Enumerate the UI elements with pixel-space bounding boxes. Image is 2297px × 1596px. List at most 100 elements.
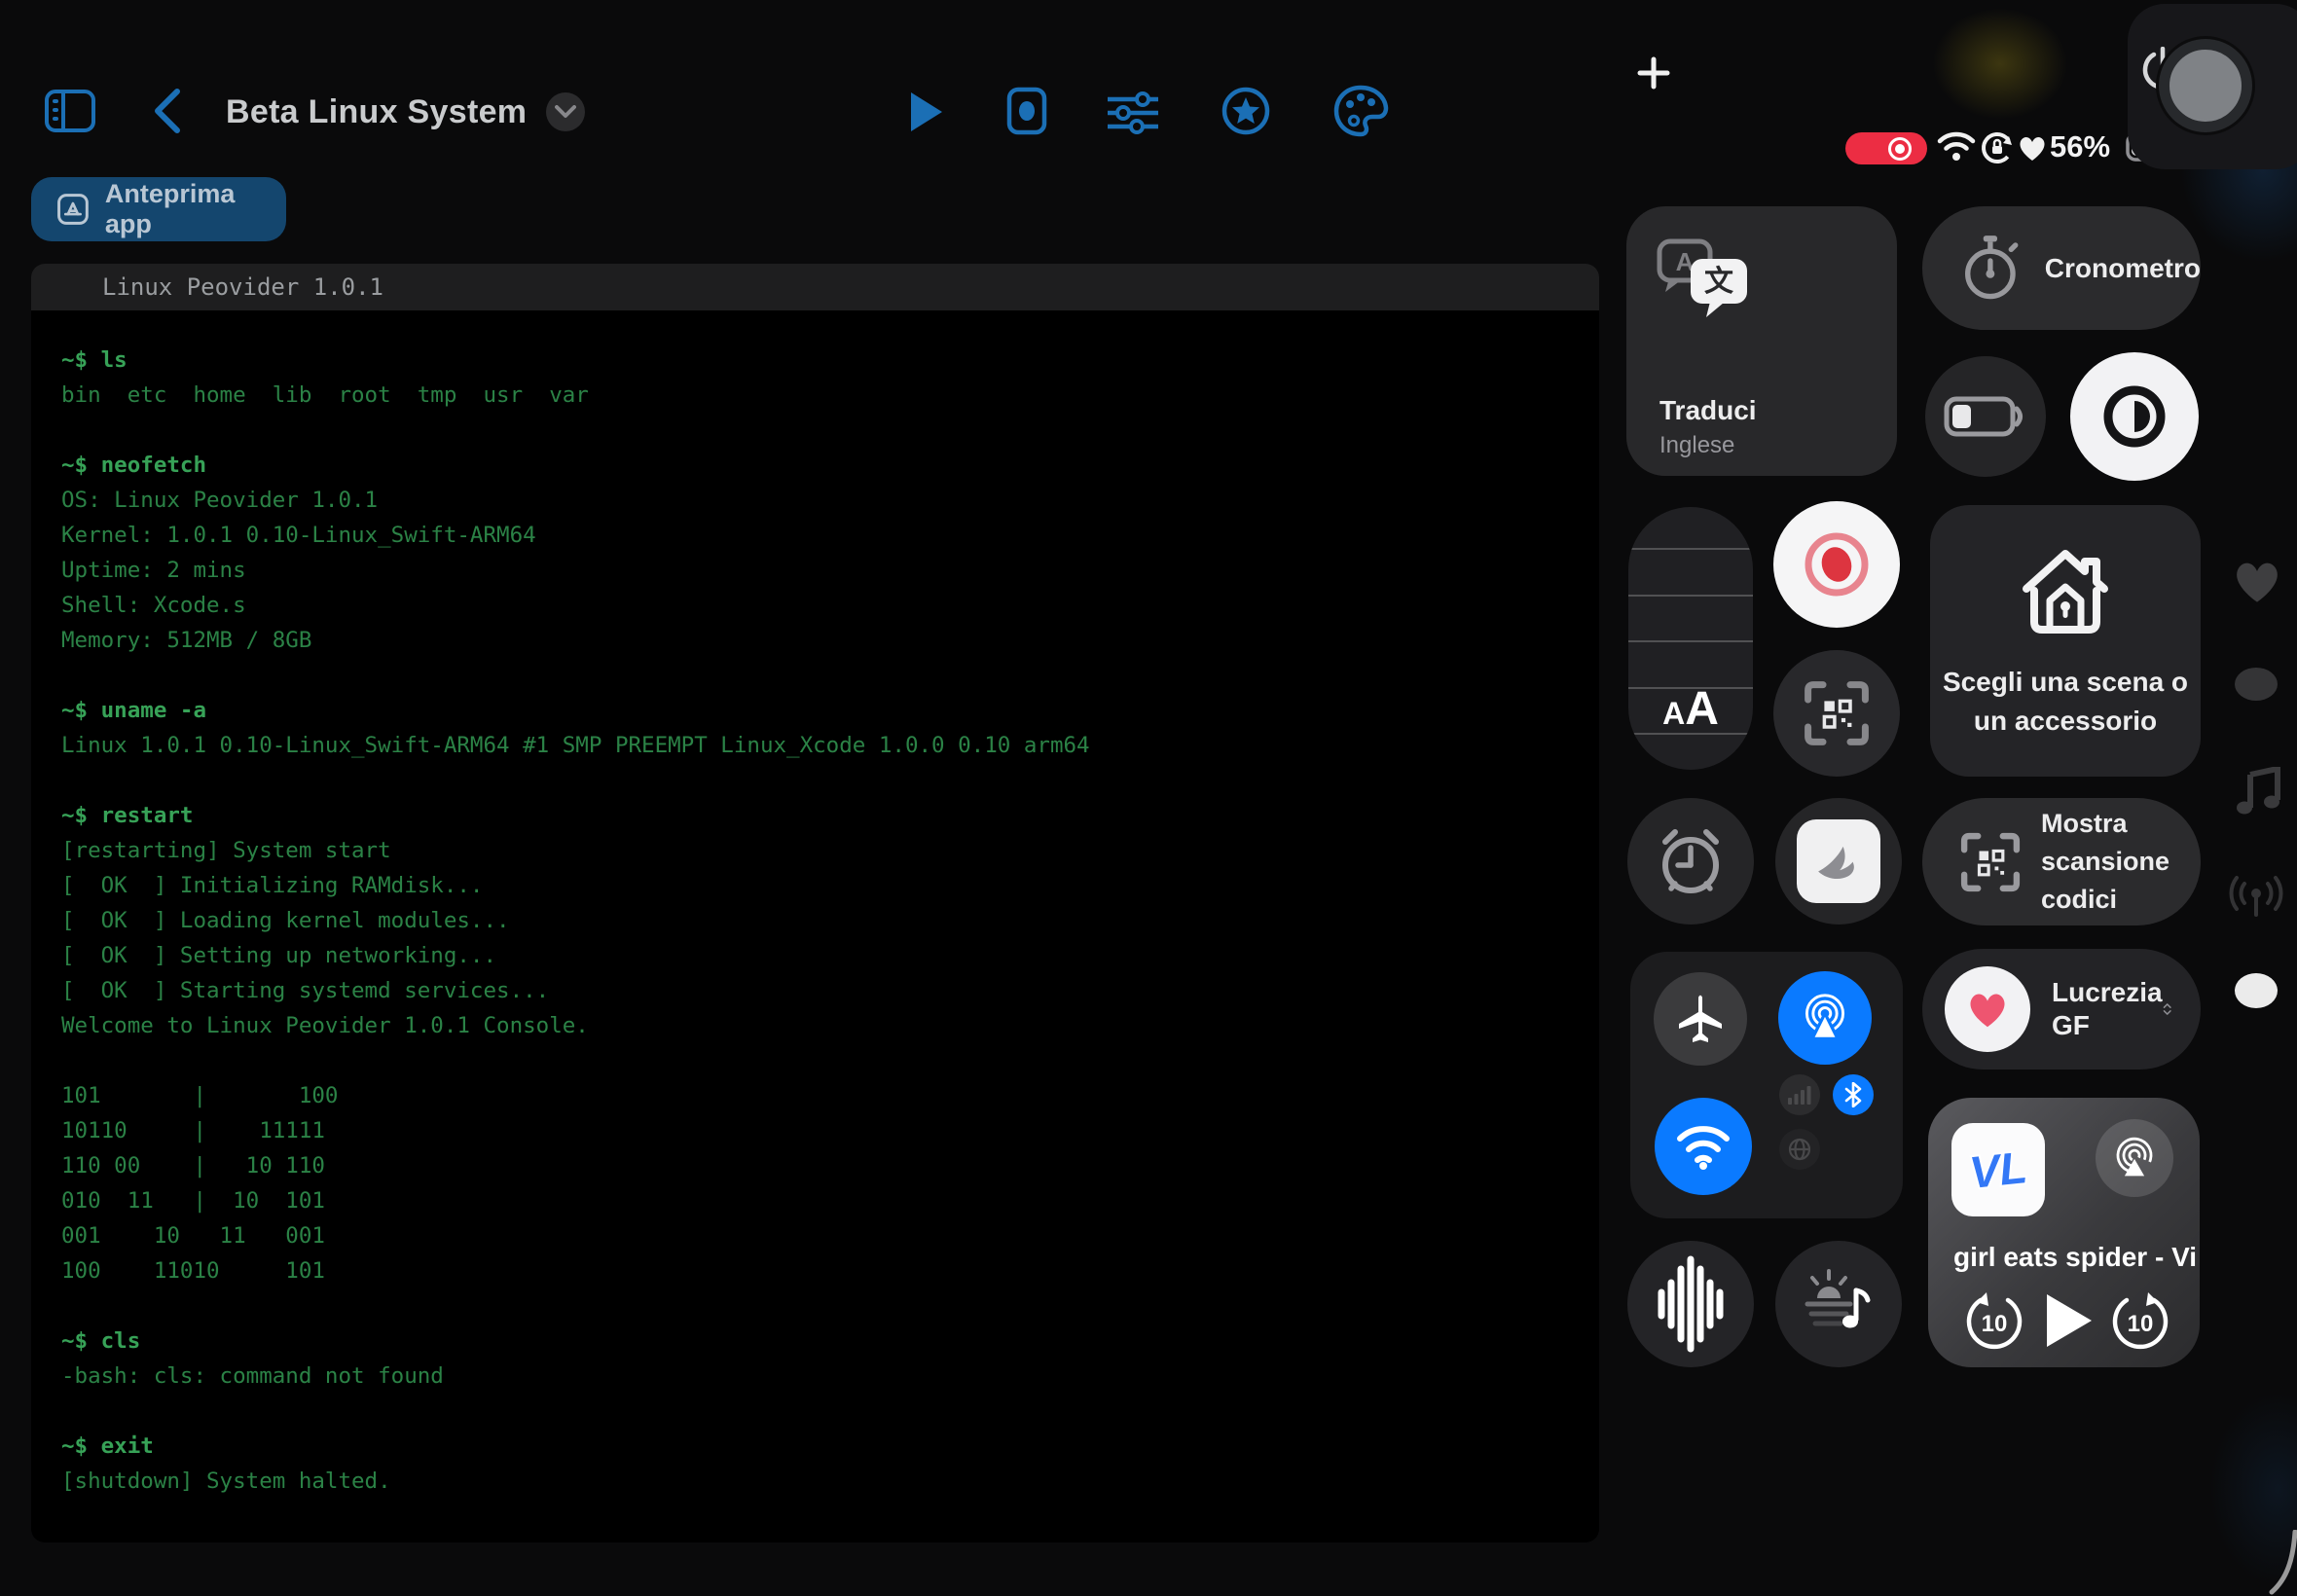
swift-playgrounds-button[interactable] bbox=[1775, 798, 1902, 925]
stopwatch-tile[interactable]: Cronometro bbox=[1922, 206, 2201, 330]
wifi-icon bbox=[1674, 1122, 1732, 1171]
favorite-avatar bbox=[1945, 966, 2030, 1052]
terminal-line: ~$ exit bbox=[61, 1429, 1599, 1464]
appstore-icon bbox=[56, 190, 90, 229]
rotation-lock-status-icon bbox=[1980, 130, 2015, 165]
voice-memo-button[interactable] bbox=[1627, 1241, 1754, 1367]
terminal-line: ~$ restart bbox=[61, 798, 1599, 833]
alarm-clock-icon bbox=[1654, 824, 1728, 898]
airdrop-button[interactable] bbox=[1778, 971, 1872, 1065]
title-menu-button[interactable] bbox=[546, 92, 585, 131]
slider-step-line bbox=[1628, 548, 1753, 550]
globe-icon bbox=[1787, 1137, 1812, 1162]
terminal-window[interactable]: Linux Peovider 1.0.1 ~$ lsbin etc home l… bbox=[31, 264, 1599, 1542]
device-preview-icon bbox=[1004, 86, 1049, 136]
play-button[interactable] bbox=[2043, 1290, 2096, 1356]
now-playing-title: girl eats spider - Vi bbox=[1953, 1242, 2200, 1273]
code-scanner-button[interactable] bbox=[1773, 650, 1900, 777]
terminal-line: Memory: 512MB / 8GB bbox=[61, 623, 1599, 658]
guide-button[interactable] bbox=[1221, 86, 1271, 141]
terminal-line: -bash: cls: command not found bbox=[61, 1359, 1599, 1394]
chevron-up-down-icon bbox=[2163, 993, 2171, 1026]
airdrop-icon bbox=[1797, 990, 1853, 1046]
screen-recording-pill[interactable] bbox=[1845, 132, 1927, 164]
page-dot-active bbox=[2235, 973, 2278, 1008]
translate-title: Traduci bbox=[1659, 395, 1757, 426]
stopwatch-label: Cronometro bbox=[2045, 253, 2201, 284]
heart-icon bbox=[1965, 989, 2010, 1030]
terminal-line: [ OK ] Loading kernel modules... bbox=[61, 903, 1599, 938]
skip-back-10-icon: 10 bbox=[1963, 1290, 2025, 1353]
broadcast-icon bbox=[2227, 872, 2285, 923]
terminal-line: ~$ neofetch bbox=[61, 448, 1599, 483]
sliders-icon bbox=[1104, 90, 1162, 136]
battery-widget-button[interactable] bbox=[1925, 356, 2046, 477]
terminal-line: [shutdown] System halted. bbox=[61, 1464, 1599, 1499]
app-preview-pill-button[interactable]: Anteprima app bbox=[31, 177, 286, 241]
terminal-line bbox=[61, 413, 1599, 448]
edge-curve-decoration bbox=[2264, 1530, 2297, 1596]
appearance-button[interactable] bbox=[1332, 84, 1389, 143]
home-icon bbox=[2015, 540, 2116, 641]
terminal-line bbox=[61, 763, 1599, 798]
terminal-line: Linux 1.0.1 0.10-Linux_Swift-ARM64 #1 SM… bbox=[61, 728, 1599, 763]
terminal-line: Uptime: 2 mins bbox=[61, 553, 1599, 588]
translate-icon: A 文 bbox=[1656, 237, 1753, 325]
record-status-icon bbox=[1885, 134, 1914, 163]
svg-text:10: 10 bbox=[1982, 1311, 2008, 1337]
wifi-button[interactable] bbox=[1655, 1098, 1752, 1195]
dark-mode-button[interactable] bbox=[2070, 352, 2199, 481]
text-size-glyph: AA bbox=[1628, 682, 1753, 736]
back-chevron-icon bbox=[148, 86, 187, 136]
terminal-line bbox=[61, 1043, 1599, 1078]
ambient-music-button[interactable] bbox=[1775, 1241, 1902, 1367]
plus-icon bbox=[1637, 56, 1670, 90]
scan-tile-line2: scansione bbox=[2041, 843, 2169, 881]
hotspot-button[interactable] bbox=[1779, 1129, 1820, 1170]
terminal-line: [restarting] System start bbox=[61, 833, 1599, 868]
now-playing-tile[interactable]: VL girl eats spider - Vi 10 bbox=[1928, 1098, 2200, 1367]
terminal-line bbox=[61, 1394, 1599, 1429]
svg-text:文: 文 bbox=[1704, 265, 1733, 298]
wifi-status-icon bbox=[1937, 130, 1976, 162]
swift-app-icon bbox=[1797, 819, 1880, 903]
home-tile-line1: Scegli una scena o bbox=[1930, 667, 2201, 698]
airplane-icon bbox=[1675, 994, 1726, 1044]
show-code-scan-tile[interactable]: Mostra scansione codici bbox=[1922, 798, 2201, 925]
terminal-title: Linux Peovider 1.0.1 bbox=[102, 273, 383, 301]
skip-forward-button[interactable]: 10 bbox=[2109, 1290, 2171, 1358]
app-preview-button[interactable] bbox=[1004, 86, 1049, 141]
terminal-line: Shell: Xcode.s bbox=[61, 588, 1599, 623]
terminal-line: [ OK ] Starting systemd services... bbox=[61, 973, 1599, 1008]
power-button[interactable] bbox=[2159, 39, 2252, 132]
sidebar-toggle-button[interactable] bbox=[44, 86, 96, 141]
page-dot bbox=[2235, 668, 2278, 701]
airplay-button[interactable] bbox=[2096, 1119, 2173, 1197]
qr-scan-icon bbox=[1803, 679, 1871, 747]
battery-low-icon bbox=[1944, 391, 2027, 442]
bluetooth-button[interactable] bbox=[1833, 1074, 1874, 1115]
run-button[interactable] bbox=[908, 90, 945, 139]
terminal-line: ~$ ls bbox=[61, 343, 1599, 378]
text-size-slider[interactable]: AA bbox=[1628, 507, 1753, 770]
cellular-button[interactable] bbox=[1779, 1074, 1820, 1115]
screen-record-button[interactable] bbox=[1773, 501, 1900, 628]
translate-tile[interactable]: A 文 Traduci Inglese bbox=[1626, 206, 1897, 476]
sidebar-icon bbox=[44, 86, 96, 136]
airplay-audio-icon bbox=[2112, 1136, 2157, 1180]
back-button[interactable] bbox=[148, 86, 187, 141]
contrast-icon bbox=[2102, 384, 2167, 449]
terminal-line: 010 11 | 10 101 bbox=[61, 1183, 1599, 1218]
airplane-mode-button[interactable] bbox=[1654, 972, 1747, 1066]
terminal-line: [ OK ] Setting up networking... bbox=[61, 938, 1599, 973]
add-button[interactable] bbox=[1637, 56, 1670, 94]
slider-step-line bbox=[1628, 595, 1753, 597]
settings-sliders-button[interactable] bbox=[1104, 90, 1162, 141]
favorite-suffix: GF bbox=[2052, 1009, 2163, 1042]
skip-back-button[interactable]: 10 bbox=[1963, 1290, 2025, 1358]
favorite-contact-tile[interactable]: Lucrezia GF bbox=[1922, 949, 2201, 1070]
bluetooth-icon bbox=[1843, 1082, 1863, 1107]
home-tile[interactable]: Scegli una scena o un accessorio bbox=[1930, 505, 2201, 777]
terminal-line bbox=[61, 658, 1599, 693]
alarm-button[interactable] bbox=[1627, 798, 1754, 925]
